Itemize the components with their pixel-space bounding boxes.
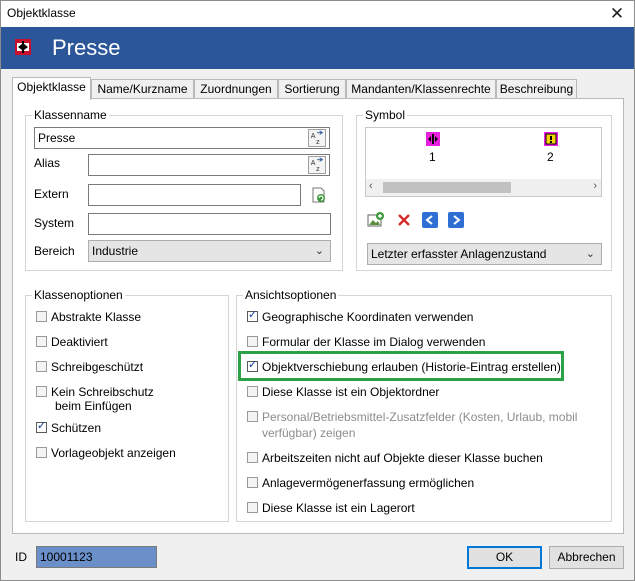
klassenoptionen-legend: Klassenoptionen [32,288,125,302]
system-input[interactable] [88,213,331,235]
checkbox-label: Kein Schreibschutz [51,385,154,399]
tab-sortierung[interactable]: Sortierung [278,79,346,99]
symbol-number-2: 2 [547,150,554,164]
checkbox-box[interactable] [36,361,47,372]
extern-label: Extern [34,187,69,201]
checkbox-label: Vorlageobjekt anzeigen [51,446,176,460]
checkbox-label: Diese Klasse ist ein Lagerort [262,501,415,515]
symbol-legend: Symbol [363,108,408,122]
svg-text:A: A [311,132,316,140]
window-title: Objektklasse [7,6,76,20]
checkbox-label: Personal/Betriebsmittel-Zusatzfelder (Ko… [262,410,578,424]
checkbox-label-line2: beim Einfügen [55,399,132,413]
checkbox-label: Objektverschiebung erlauben (Historie-Ei… [262,360,561,374]
ok-button[interactable]: OK [467,546,542,569]
bereich-label: Bereich [34,244,75,258]
close-icon[interactable]: ✕ [600,1,634,27]
svg-text:z: z [316,165,320,173]
checkbox-box[interactable] [247,386,258,397]
checkbox-label: Schützen [51,421,102,435]
dialog-window: Objektklasse ✕ Presse Objektklasse Name/… [0,0,635,581]
warning-symbol-icon[interactable] [544,132,558,146]
checkbox-label: Arbeitszeiten nicht auf Objekte dieser K… [262,451,543,465]
checkbox-label: Anlagevermögenerfassung ermöglichen [262,476,475,490]
bereich-select[interactable]: Industrie ⌄ [88,240,331,262]
tab-objektklasse[interactable]: Objektklasse [12,77,91,100]
checkbox-label: Deaktiviert [51,335,108,349]
banner-title: Presse [52,35,121,60]
tab-name-kurzname[interactable]: Name/Kurzname [91,79,194,99]
checkbox-box[interactable] [247,452,258,463]
checkbox-label: Diese Klasse ist ein Objektordner [262,385,440,399]
class-icon [15,39,31,55]
klassenname-legend: Klassenname [32,108,109,122]
press-symbol-icon[interactable] [426,132,440,146]
symbol-number-1: 1 [429,150,436,164]
add-image-icon[interactable] [367,211,385,229]
checkbox-box[interactable] [247,502,258,513]
state-select-value: Letzter erfasster Anlagenzustand [371,247,547,261]
scroll-right-icon[interactable]: › [593,180,597,192]
klassenname-group: Klassenname Presse Az Alias Az Extern Sy… [25,108,343,271]
state-select[interactable]: Letzter erfasster Anlagenzustand ⌄ [367,243,602,265]
tab-beschreibung[interactable]: Beschreibung [496,79,577,99]
checkbox-box[interactable] [36,447,47,458]
header-banner: Presse [1,27,634,69]
checkbox-label-line2: verfügbar) zeigen [262,426,356,440]
checkbox-label: Formular der Klasse im Dialog verwenden [262,335,486,349]
checkbox-box [247,411,258,422]
cancel-button[interactable]: Abbrechen [549,546,624,569]
scrollbar-thumb[interactable] [383,182,511,193]
ansichtsoptionen-legend: Ansichtsoptionen [243,288,339,302]
checkbox-box-checked[interactable] [247,358,258,372]
checkbox-label: Schreibgeschützt [51,360,144,374]
checkbox-box[interactable] [247,336,258,347]
classname-input[interactable]: Presse [34,127,330,149]
checkbox-box[interactable] [36,311,47,322]
checkbox-box[interactable] [247,477,258,488]
tab-mandanten-klassenrechte[interactable]: Mandanten/Klassenrechte [346,79,496,99]
symbol-list[interactable]: 1 2 ‹ › [365,127,602,197]
bereich-value: Industrie [92,244,139,258]
scroll-left-icon[interactable]: ‹ [369,180,373,192]
refresh-doc-icon[interactable] [310,186,328,204]
svg-text:z: z [316,138,320,146]
alias-label: Alias [34,156,61,170]
tab-zuordnungen[interactable]: Zuordnungen [194,79,278,99]
alias-input[interactable] [88,154,330,176]
id-label: ID [15,550,27,564]
checkbox-label: Abstrakte Klasse [51,310,142,324]
classname-value: Presse [38,131,76,145]
translate-icon[interactable]: Az [308,129,326,147]
id-input[interactable]: 10001123 [36,546,157,568]
checkbox-box[interactable] [36,386,47,397]
extern-input[interactable] [88,184,301,206]
chevron-down-icon: ⌄ [585,248,595,260]
klassenoptionen-group: Klassenoptionen Abstrakte Klasse Deaktiv… [25,288,229,522]
svg-text:A: A [311,159,316,167]
symbol-group: Symbol 1 2 ‹ › Letzter erfasster Anlagen… [356,108,612,271]
ansichtsoptionen-group: Ansichtsoptionen Geographische Koordinat… [236,288,612,522]
move-right-icon[interactable] [447,211,465,229]
alias-translate-icon[interactable]: Az [308,156,326,174]
symbol-scrollbar[interactable]: ‹ › [366,179,601,196]
id-value: 10001123 [40,550,93,564]
tab-panel: Klassenname Presse Az Alias Az Extern Sy… [12,98,624,534]
system-label: System [34,216,75,230]
move-left-icon[interactable] [421,211,439,229]
title-bar: Objektklasse ✕ [1,1,634,27]
checkbox-box[interactable] [36,336,47,347]
checkbox-label: Geographische Koordinaten verwenden [262,310,474,324]
delete-icon[interactable] [395,211,413,229]
checkbox-box-checked[interactable] [36,419,47,433]
checkbox-box-checked[interactable] [247,308,258,322]
chevron-down-icon: ⌄ [314,245,324,257]
